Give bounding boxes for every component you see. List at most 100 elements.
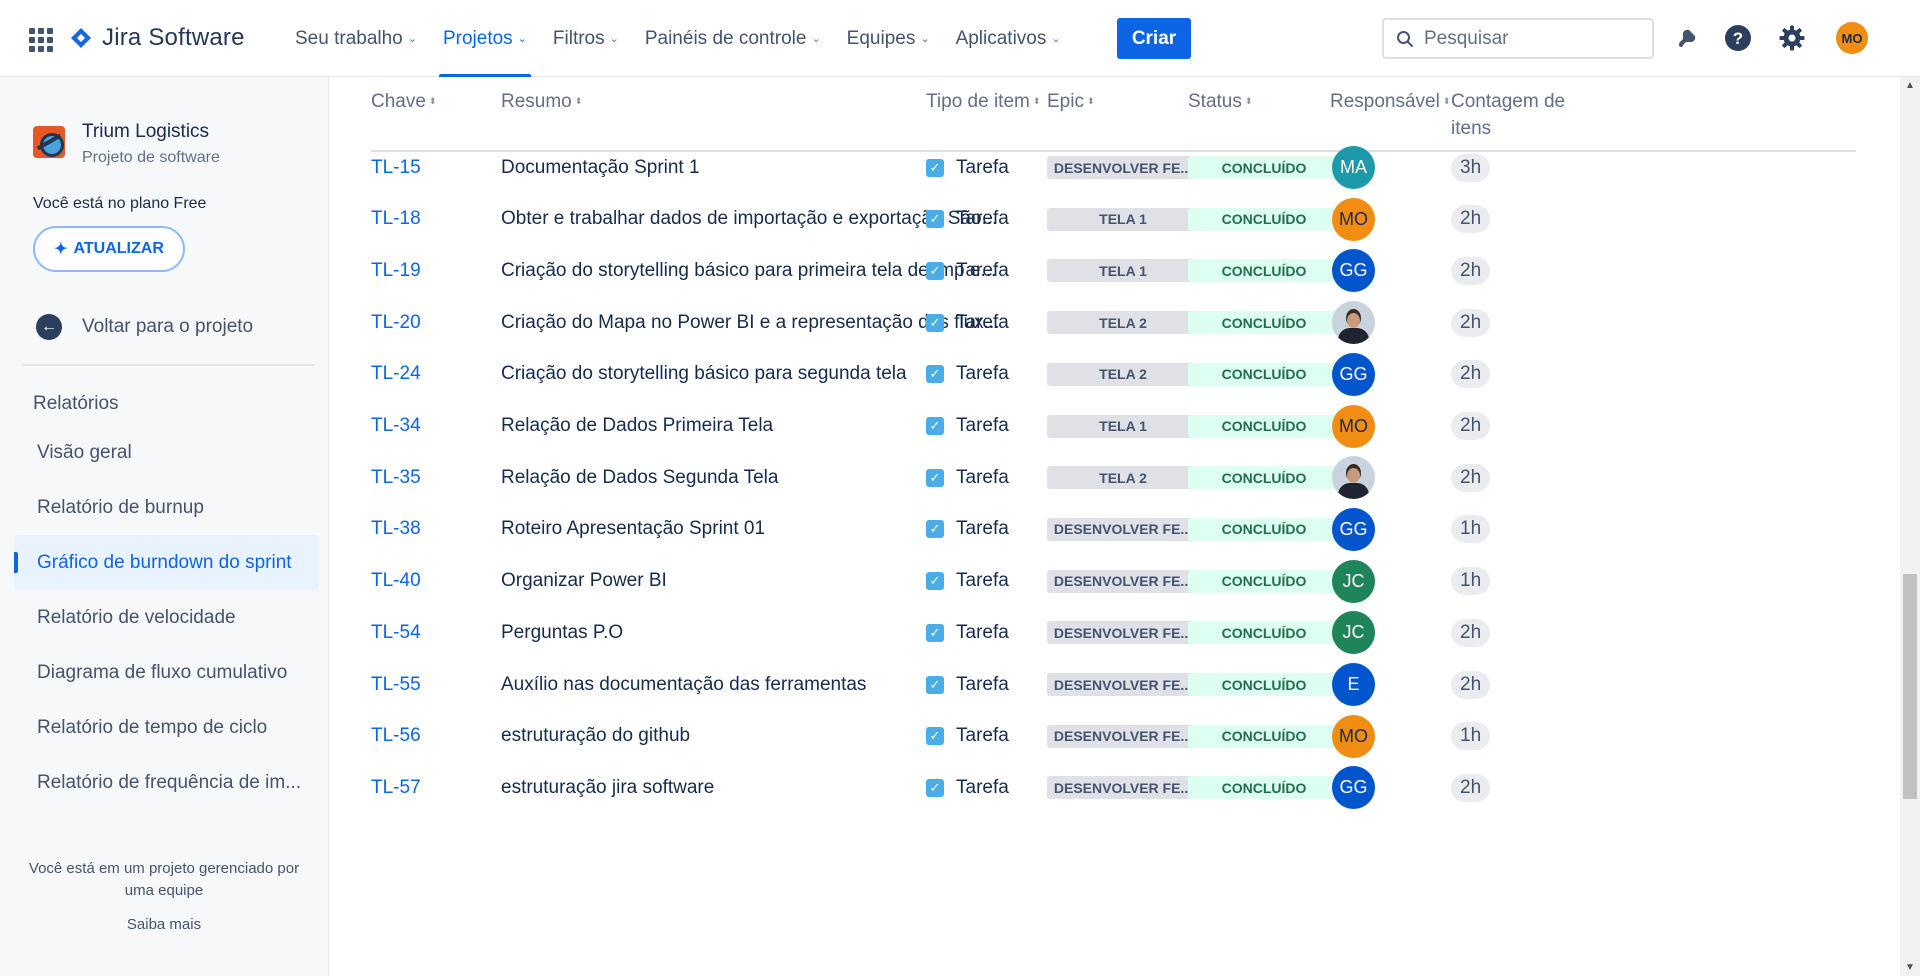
status-badge[interactable]: CONCLUÍDO (1188, 414, 1340, 438)
task-checkbox-icon: ✓ (926, 261, 944, 280)
page-scrollbar[interactable]: ▲ ▼ (1900, 77, 1920, 976)
item-count-badge: 2h (1451, 205, 1491, 234)
item-count-badge: 2h (1451, 670, 1491, 699)
learn-more-link[interactable]: Saiba mais (14, 916, 314, 933)
scrollbar-thumb[interactable] (1903, 574, 1917, 799)
epic-lozenge[interactable]: TELA 2 (1047, 466, 1199, 490)
item-count-badge: 2h (1451, 773, 1491, 802)
epic-lozenge[interactable]: TELA 2 (1047, 362, 1199, 386)
assignee-avatar[interactable]: GG (1332, 507, 1375, 551)
notifications-icon[interactable] (1673, 24, 1701, 52)
sidebar-report-item[interactable]: Relatório de burnup (14, 480, 319, 535)
table-row[interactable]: TL-57 estruturação jira software ✓ Tarefa DE… (371, 756, 1856, 819)
chevron-down-icon: ⌄ (920, 33, 930, 45)
app-switcher-icon[interactable] (29, 28, 53, 52)
epic-lozenge[interactable]: DESENVOLVER FE... (1047, 156, 1199, 179)
task-checkbox-icon: ✓ (926, 675, 944, 694)
status-badge[interactable]: CONCLUÍDO (1188, 724, 1340, 748)
nav-item-5[interactable]: Aplicativos ⌄ (943, 0, 1074, 77)
assignee-avatar[interactable]: GG (1332, 766, 1375, 810)
assignee-avatar[interactable]: MO (1332, 404, 1375, 448)
nav-item-label: Seu trabalho (295, 27, 403, 49)
assignee-avatar[interactable]: JC (1332, 559, 1375, 603)
status-badge[interactable]: CONCLUÍDO (1188, 621, 1340, 645)
issue-key-link[interactable]: TL-57 (371, 756, 421, 819)
issue-type: ✓ Tarefa (926, 756, 1009, 819)
item-count-cell: 2h (1451, 756, 1491, 819)
nav-item-2[interactable]: Filtros ⌄ (540, 0, 632, 77)
item-count-badge: 3h (1451, 153, 1491, 182)
assignee-avatar[interactable]: E (1332, 663, 1375, 706)
upgrade-label: ATUALIZAR (73, 240, 164, 257)
help-icon[interactable]: ? (1724, 24, 1752, 52)
upgrade-button[interactable]: ✦ ATUALIZAR (33, 226, 185, 272)
item-count-badge: 1h (1451, 515, 1491, 544)
assignee-avatar[interactable]: MO (1332, 714, 1375, 758)
status-badge[interactable]: CONCLUÍDO (1188, 569, 1340, 593)
nav-item-4[interactable]: Equipes ⌄ (834, 0, 943, 77)
status-badge[interactable]: CONCLUÍDO (1188, 776, 1340, 800)
nav-item-0[interactable]: Seu trabalho ⌄ (282, 0, 430, 77)
issue-type-label: Tarefa (956, 776, 1009, 798)
sidebar-report-item[interactable]: Relatório de frequência de im... (14, 755, 319, 810)
settings-gear-icon[interactable] (1778, 24, 1806, 52)
column-header-type[interactable]: Tipo de item ⬍ (926, 88, 1040, 115)
sidebar-report-item[interactable]: Gráfico de burndown do sprint (14, 535, 319, 590)
sidebar-report-item[interactable]: Relatório de velocidade (14, 590, 319, 645)
assignee-avatar-photo[interactable] (1332, 456, 1375, 500)
column-header-status[interactable]: Status ⬍ (1188, 88, 1252, 115)
issue-type-label: Tarefa (956, 208, 1009, 230)
status-badge[interactable]: CONCLUÍDO (1188, 311, 1340, 335)
scroll-down-arrow-icon[interactable]: ▼ (1905, 962, 1915, 973)
assignee-avatar[interactable]: GG (1332, 352, 1375, 396)
column-header-assignee[interactable]: Responsável ⬍ (1330, 88, 1450, 115)
status-badge[interactable]: CONCLUÍDO (1188, 517, 1340, 541)
search-box[interactable] (1382, 18, 1654, 59)
epic-lozenge[interactable]: DESENVOLVER FE... (1047, 621, 1199, 645)
epic-lozenge[interactable]: TELA 1 (1047, 414, 1199, 438)
status-badge[interactable]: CONCLUÍDO (1188, 207, 1340, 231)
status-badge[interactable]: CONCLUÍDO (1188, 466, 1340, 490)
status-badge[interactable]: CONCLUÍDO (1188, 362, 1340, 386)
assignee-avatar[interactable]: MO (1332, 197, 1375, 241)
search-icon (1397, 30, 1413, 47)
epic-lozenge[interactable]: DESENVOLVER FE... (1047, 724, 1199, 748)
task-checkbox-icon: ✓ (926, 520, 944, 539)
issue-type-label: Tarefa (956, 415, 1009, 436)
sidebar-report-item[interactable]: Diagrama de fluxo cumulativo (14, 645, 319, 700)
epic-lozenge[interactable]: DESENVOLVER FE... (1047, 673, 1199, 696)
column-header-summary[interactable]: Resumo ⬍ (501, 88, 582, 115)
jira-logo[interactable]: Jira Software (70, 24, 245, 52)
column-header-epic[interactable]: Epic ⬍ (1047, 88, 1095, 115)
create-button[interactable]: Criar (1117, 18, 1191, 59)
sidebar-report-item[interactable]: Visão geral (14, 425, 319, 480)
epic-lozenge[interactable]: DESENVOLVER FE... (1047, 569, 1199, 593)
epic-lozenge[interactable]: DESENVOLVER FE... (1047, 776, 1199, 800)
issue-type-label: Tarefa (956, 156, 1009, 178)
status-badge[interactable]: CONCLUÍDO (1188, 259, 1340, 283)
search-input[interactable] (1424, 27, 1624, 50)
epic-lozenge[interactable]: DESENVOLVER FE... (1047, 517, 1199, 541)
back-to-project-link[interactable]: ← Voltar para o projeto (36, 314, 253, 340)
task-checkbox-icon: ✓ (926, 727, 944, 746)
epic-lozenge[interactable]: TELA 2 (1047, 311, 1199, 335)
column-header-key[interactable]: Chave ⬍ (371, 88, 436, 115)
assignee-avatar[interactable]: JC (1332, 611, 1375, 655)
project-header[interactable]: Trium Logistics Projeto de software (33, 121, 220, 167)
sparkle-icon: ✦ (54, 241, 68, 258)
status-badge[interactable]: CONCLUÍDO (1188, 673, 1340, 696)
assignee-avatar[interactable]: GG (1332, 249, 1375, 293)
assignee-avatar-photo[interactable] (1332, 301, 1375, 345)
back-label: Voltar para o projeto (82, 316, 254, 337)
item-count-badge: 2h (1451, 463, 1491, 492)
item-count-badge: 2h (1451, 256, 1491, 285)
user-avatar[interactable]: MO (1836, 22, 1868, 54)
sidebar-report-item[interactable]: Relatório de tempo de ciclo (14, 700, 319, 755)
assignee-avatar[interactable]: MA (1332, 146, 1375, 189)
epic-lozenge[interactable]: TELA 1 (1047, 259, 1199, 283)
nav-item-1[interactable]: Projetos ⌄ (430, 0, 540, 77)
status-badge[interactable]: CONCLUÍDO (1188, 156, 1340, 179)
epic-lozenge[interactable]: TELA 1 (1047, 207, 1199, 231)
nav-item-3[interactable]: Painéis de controle ⌄ (632, 0, 834, 77)
scroll-up-arrow-icon[interactable]: ▲ (1905, 80, 1915, 91)
